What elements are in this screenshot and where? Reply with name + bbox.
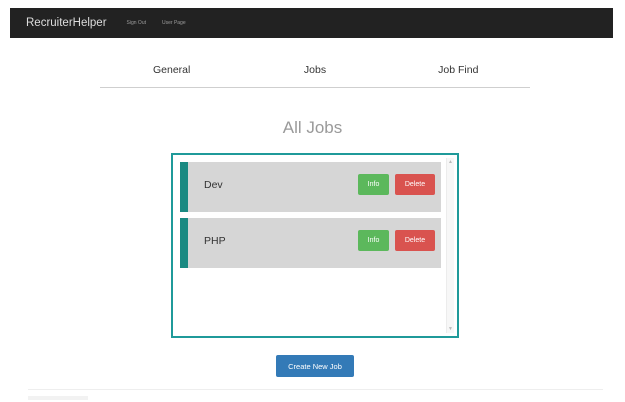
scroll-down-icon[interactable]: ▼ (447, 326, 454, 332)
jobs-scrollbar[interactable]: ▲ ▼ (446, 158, 454, 333)
info-button[interactable]: Info (358, 230, 389, 251)
footer-text-faded (28, 396, 88, 400)
delete-button[interactable]: Delete (395, 230, 435, 251)
job-name: Dev (204, 179, 223, 191)
footer-divider (28, 389, 603, 390)
top-navbar: RecruiterHelper Sign Out User Page (10, 8, 613, 38)
tab-job-find[interactable]: Job Find (387, 64, 530, 87)
job-card-dev: Dev Info Delete (180, 162, 441, 212)
job-name: PHP (204, 235, 226, 247)
tab-jobs[interactable]: Jobs (243, 64, 386, 87)
sign-out-link[interactable]: Sign Out (127, 20, 146, 26)
page-title: All Jobs (282, 118, 343, 137)
brand-link[interactable]: RecruiterHelper (26, 17, 107, 29)
jobs-list-panel: Dev Info Delete PHP Info Delete ▲ ▼ (171, 153, 459, 338)
info-button[interactable]: Info (358, 174, 389, 195)
scroll-up-icon[interactable]: ▲ (447, 159, 454, 165)
create-new-job-button[interactable]: Create New Job (276, 355, 354, 377)
section-tabs: General Jobs Job Find (100, 64, 530, 88)
job-card-php: PHP Info Delete (180, 218, 441, 268)
user-page-link[interactable]: User Page (162, 20, 186, 26)
tab-general[interactable]: General (100, 64, 243, 87)
delete-button[interactable]: Delete (395, 174, 435, 195)
